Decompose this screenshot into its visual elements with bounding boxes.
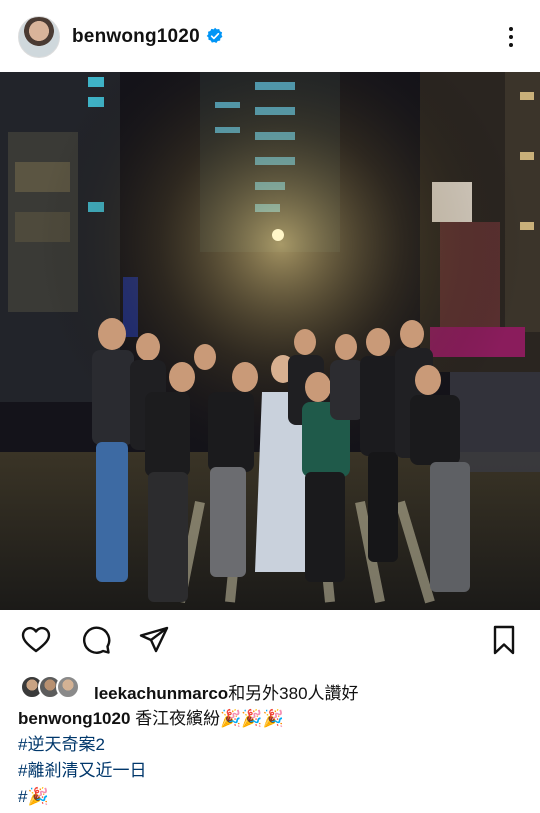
post-photo[interactable]	[0, 72, 540, 610]
liker-avatar	[56, 675, 80, 699]
comment-icon[interactable]	[80, 624, 112, 656]
caption-text: 香江夜繽紛🎉🎉🎉	[135, 709, 284, 728]
hashtag[interactable]: #離剎清又近一日	[18, 758, 528, 784]
likes-text: leekachunmarco和另外380人讚好	[94, 679, 359, 704]
more-options-icon[interactable]	[501, 24, 521, 50]
send-icon[interactable]	[138, 624, 170, 656]
hashtag[interactable]: #🎉	[18, 784, 528, 810]
post-username[interactable]: benwong1020	[72, 26, 200, 48]
bookmark-icon[interactable]	[488, 624, 520, 656]
likes-count-text: 和另外380人讚好	[228, 684, 359, 703]
caption-username[interactable]: benwong1020	[18, 709, 130, 728]
verified-badge-icon	[206, 27, 223, 43]
post-caption: benwong1020 香江夜繽紛🎉🎉🎉 #逆天奇案2 #離剎清又近一日 #🎉	[18, 706, 528, 810]
post-header: benwong1020	[0, 0, 540, 72]
caption-line: benwong1020 香江夜繽紛🎉🎉🎉	[18, 706, 528, 732]
hashtag[interactable]: #逆天奇案2	[18, 732, 528, 758]
post-actions	[0, 612, 540, 668]
likes-summary[interactable]: leekachunmarco和另外380人讚好	[20, 675, 520, 704]
heart-icon[interactable]	[20, 624, 52, 656]
avatar[interactable]	[18, 16, 60, 58]
liker-username[interactable]: leekachunmarco	[94, 684, 228, 703]
night-street-photo	[0, 72, 540, 610]
